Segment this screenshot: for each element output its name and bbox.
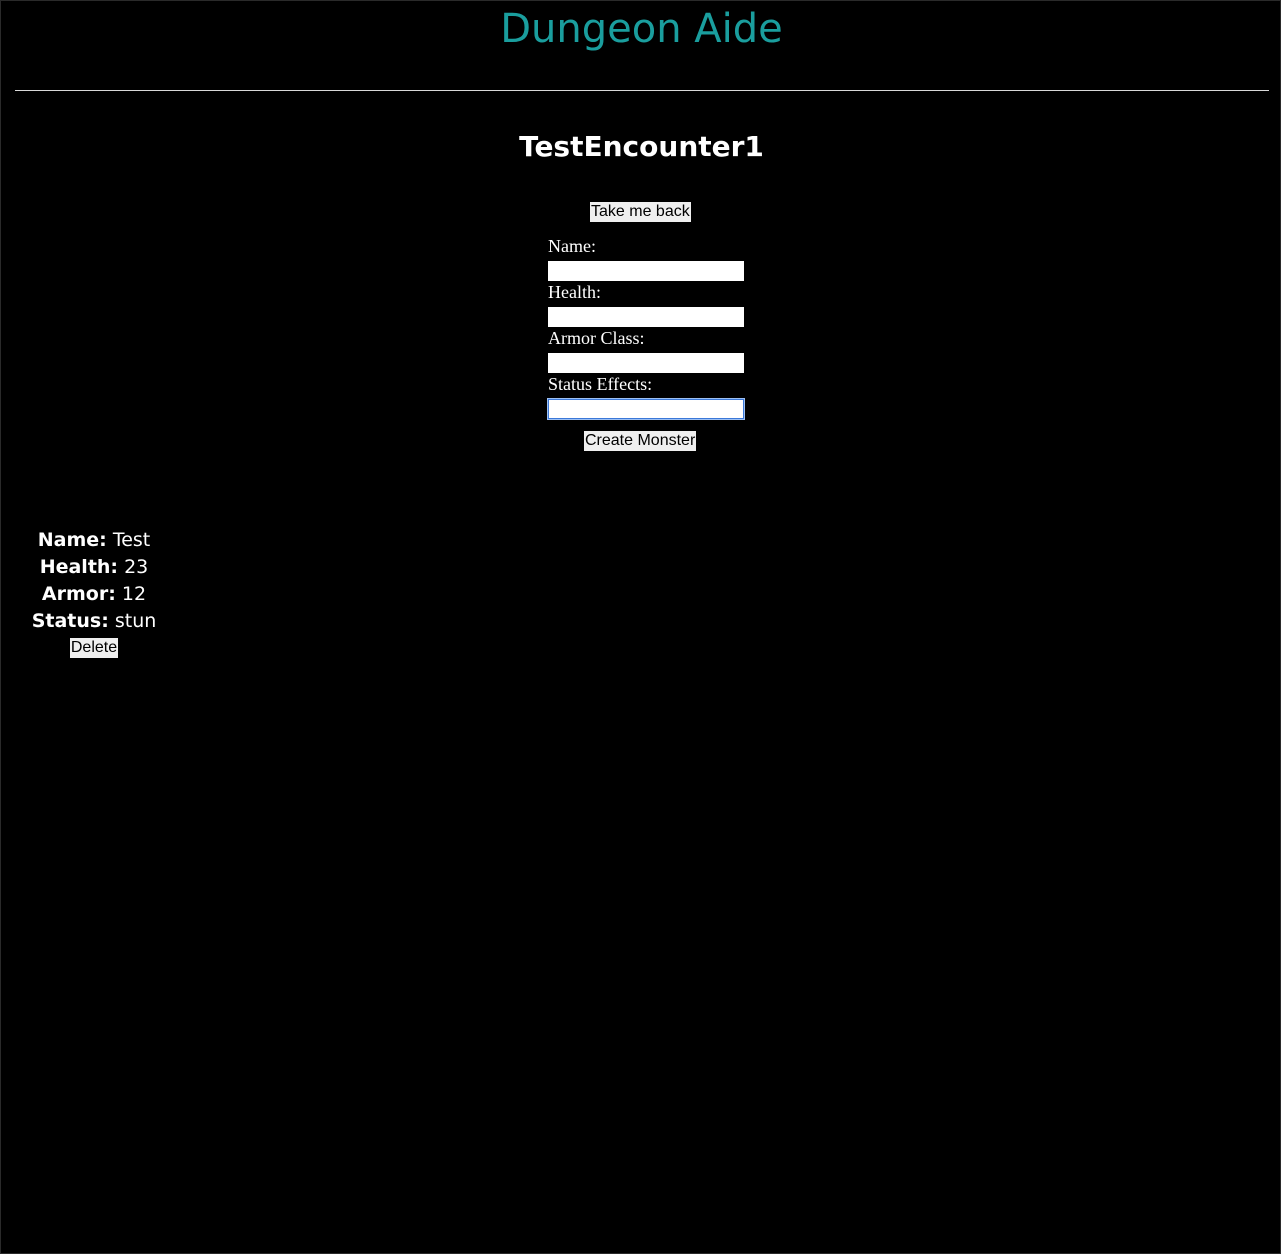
create-monster-button[interactable]: Create Monster	[584, 431, 697, 451]
monster-health-label: Health:	[39, 556, 119, 578]
name-label: Name:	[548, 236, 596, 256]
monster-name-label: Name:	[37, 529, 107, 551]
monster-health-value: 23	[124, 556, 149, 578]
monster-card: Name: Test Health: 23 Armor: 12 Status: …	[24, 527, 164, 658]
status-effects-input[interactable]	[547, 398, 745, 420]
monster-status-row: Status: stun	[24, 608, 164, 635]
monster-name-value: Test	[112, 529, 151, 551]
monster-armor-label: Armor:	[41, 583, 116, 605]
app-title: Dungeon Aide	[500, 6, 783, 52]
monster-name-row: Name: Test	[24, 527, 164, 554]
monster-armor-value: 12	[121, 583, 147, 605]
armor-class-label: Armor Class:	[548, 328, 645, 348]
encounter-title: TestEncounter1	[519, 130, 764, 163]
delete-monster-button[interactable]: Delete	[69, 638, 119, 658]
monster-armor-row: Armor: 12	[24, 581, 164, 608]
back-button[interactable]: Take me back	[590, 202, 691, 222]
monster-status-label: Status:	[31, 610, 109, 632]
header-divider	[15, 90, 1269, 91]
monster-health-row: Health: 23	[24, 554, 164, 581]
name-input[interactable]	[548, 261, 744, 281]
monster-status-value: stun	[114, 610, 157, 632]
health-input[interactable]	[548, 307, 744, 327]
armor-class-input[interactable]	[548, 353, 744, 373]
health-label: Health:	[548, 282, 601, 302]
status-effects-label: Status Effects:	[548, 374, 653, 394]
